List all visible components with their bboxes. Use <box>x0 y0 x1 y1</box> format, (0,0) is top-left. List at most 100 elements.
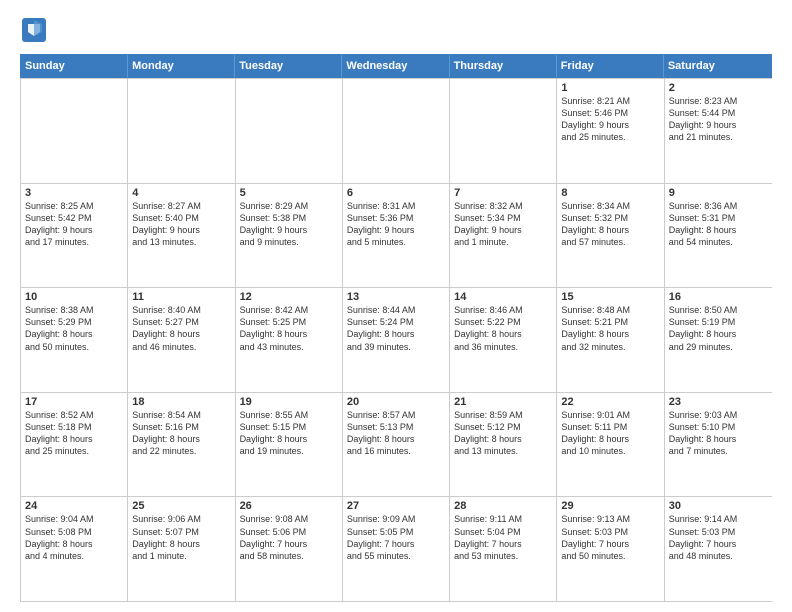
day-info: Sunrise: 9:13 AM Sunset: 5:03 PM Dayligh… <box>561 513 659 562</box>
day-number: 26 <box>240 500 338 512</box>
day-info: Sunrise: 8:34 AM Sunset: 5:32 PM Dayligh… <box>561 200 659 249</box>
calendar-day-11: 11Sunrise: 8:40 AM Sunset: 5:27 PM Dayli… <box>128 288 235 392</box>
calendar-header: SundayMondayTuesdayWednesdayThursdayFrid… <box>20 54 772 78</box>
calendar-day-3: 3Sunrise: 8:25 AM Sunset: 5:42 PM Daylig… <box>21 184 128 288</box>
calendar-day-17: 17Sunrise: 8:52 AM Sunset: 5:18 PM Dayli… <box>21 393 128 497</box>
calendar-empty-cell <box>128 79 235 183</box>
calendar-day-8: 8Sunrise: 8:34 AM Sunset: 5:32 PM Daylig… <box>557 184 664 288</box>
day-info: Sunrise: 9:08 AM Sunset: 5:06 PM Dayligh… <box>240 513 338 562</box>
calendar-day-12: 12Sunrise: 8:42 AM Sunset: 5:25 PM Dayli… <box>236 288 343 392</box>
calendar-day-7: 7Sunrise: 8:32 AM Sunset: 5:34 PM Daylig… <box>450 184 557 288</box>
day-number: 29 <box>561 500 659 512</box>
day-number: 27 <box>347 500 445 512</box>
day-info: Sunrise: 8:29 AM Sunset: 5:38 PM Dayligh… <box>240 200 338 249</box>
day-info: Sunrise: 8:55 AM Sunset: 5:15 PM Dayligh… <box>240 409 338 458</box>
day-info: Sunrise: 8:50 AM Sunset: 5:19 PM Dayligh… <box>669 304 768 353</box>
day-number: 8 <box>561 187 659 199</box>
calendar-body: 1Sunrise: 8:21 AM Sunset: 5:46 PM Daylig… <box>20 78 772 602</box>
day-number: 17 <box>25 396 123 408</box>
day-info: Sunrise: 8:57 AM Sunset: 5:13 PM Dayligh… <box>347 409 445 458</box>
day-info: Sunrise: 8:42 AM Sunset: 5:25 PM Dayligh… <box>240 304 338 353</box>
calendar-row-0: 1Sunrise: 8:21 AM Sunset: 5:46 PM Daylig… <box>21 78 772 183</box>
day-number: 30 <box>669 500 768 512</box>
day-info: Sunrise: 8:54 AM Sunset: 5:16 PM Dayligh… <box>132 409 230 458</box>
day-number: 28 <box>454 500 552 512</box>
day-info: Sunrise: 8:46 AM Sunset: 5:22 PM Dayligh… <box>454 304 552 353</box>
calendar-empty-cell <box>236 79 343 183</box>
calendar-day-20: 20Sunrise: 8:57 AM Sunset: 5:13 PM Dayli… <box>343 393 450 497</box>
day-number: 20 <box>347 396 445 408</box>
day-info: Sunrise: 8:38 AM Sunset: 5:29 PM Dayligh… <box>25 304 123 353</box>
day-info: Sunrise: 9:03 AM Sunset: 5:10 PM Dayligh… <box>669 409 768 458</box>
day-info: Sunrise: 9:04 AM Sunset: 5:08 PM Dayligh… <box>25 513 123 562</box>
day-info: Sunrise: 8:48 AM Sunset: 5:21 PM Dayligh… <box>561 304 659 353</box>
calendar-day-29: 29Sunrise: 9:13 AM Sunset: 5:03 PM Dayli… <box>557 497 664 601</box>
calendar-empty-cell <box>21 79 128 183</box>
calendar-row-3: 17Sunrise: 8:52 AM Sunset: 5:18 PM Dayli… <box>21 392 772 497</box>
day-number: 12 <box>240 291 338 303</box>
page-header <box>20 16 772 44</box>
day-number: 1 <box>561 82 659 94</box>
day-info: Sunrise: 9:06 AM Sunset: 5:07 PM Dayligh… <box>132 513 230 562</box>
day-number: 13 <box>347 291 445 303</box>
day-info: Sunrise: 9:11 AM Sunset: 5:04 PM Dayligh… <box>454 513 552 562</box>
calendar-day-15: 15Sunrise: 8:48 AM Sunset: 5:21 PM Dayli… <box>557 288 664 392</box>
day-info: Sunrise: 9:01 AM Sunset: 5:11 PM Dayligh… <box>561 409 659 458</box>
day-number: 10 <box>25 291 123 303</box>
day-info: Sunrise: 8:21 AM Sunset: 5:46 PM Dayligh… <box>561 95 659 144</box>
day-number: 5 <box>240 187 338 199</box>
day-number: 18 <box>132 396 230 408</box>
day-number: 4 <box>132 187 230 199</box>
calendar-day-16: 16Sunrise: 8:50 AM Sunset: 5:19 PM Dayli… <box>665 288 772 392</box>
day-info: Sunrise: 9:14 AM Sunset: 5:03 PM Dayligh… <box>669 513 768 562</box>
calendar-day-19: 19Sunrise: 8:55 AM Sunset: 5:15 PM Dayli… <box>236 393 343 497</box>
calendar-day-10: 10Sunrise: 8:38 AM Sunset: 5:29 PM Dayli… <box>21 288 128 392</box>
day-number: 23 <box>669 396 768 408</box>
day-info: Sunrise: 8:52 AM Sunset: 5:18 PM Dayligh… <box>25 409 123 458</box>
calendar: SundayMondayTuesdayWednesdayThursdayFrid… <box>20 54 772 602</box>
day-info: Sunrise: 8:25 AM Sunset: 5:42 PM Dayligh… <box>25 200 123 249</box>
weekday-header-wednesday: Wednesday <box>342 55 449 77</box>
calendar-row-2: 10Sunrise: 8:38 AM Sunset: 5:29 PM Dayli… <box>21 287 772 392</box>
day-info: Sunrise: 8:59 AM Sunset: 5:12 PM Dayligh… <box>454 409 552 458</box>
weekday-header-friday: Friday <box>557 55 664 77</box>
day-number: 24 <box>25 500 123 512</box>
day-number: 3 <box>25 187 123 199</box>
weekday-header-thursday: Thursday <box>450 55 557 77</box>
day-number: 9 <box>669 187 768 199</box>
day-number: 14 <box>454 291 552 303</box>
calendar-row-4: 24Sunrise: 9:04 AM Sunset: 5:08 PM Dayli… <box>21 496 772 601</box>
calendar-row-1: 3Sunrise: 8:25 AM Sunset: 5:42 PM Daylig… <box>21 183 772 288</box>
logo-icon <box>20 16 48 44</box>
calendar-empty-cell <box>343 79 450 183</box>
calendar-day-18: 18Sunrise: 8:54 AM Sunset: 5:16 PM Dayli… <box>128 393 235 497</box>
calendar-day-23: 23Sunrise: 9:03 AM Sunset: 5:10 PM Dayli… <box>665 393 772 497</box>
calendar-day-2: 2Sunrise: 8:23 AM Sunset: 5:44 PM Daylig… <box>665 79 772 183</box>
day-info: Sunrise: 8:40 AM Sunset: 5:27 PM Dayligh… <box>132 304 230 353</box>
calendar-day-27: 27Sunrise: 9:09 AM Sunset: 5:05 PM Dayli… <box>343 497 450 601</box>
day-number: 21 <box>454 396 552 408</box>
calendar-day-6: 6Sunrise: 8:31 AM Sunset: 5:36 PM Daylig… <box>343 184 450 288</box>
day-number: 11 <box>132 291 230 303</box>
day-info: Sunrise: 9:09 AM Sunset: 5:05 PM Dayligh… <box>347 513 445 562</box>
day-number: 16 <box>669 291 768 303</box>
weekday-header-saturday: Saturday <box>664 55 771 77</box>
day-info: Sunrise: 8:27 AM Sunset: 5:40 PM Dayligh… <box>132 200 230 249</box>
calendar-day-14: 14Sunrise: 8:46 AM Sunset: 5:22 PM Dayli… <box>450 288 557 392</box>
day-number: 19 <box>240 396 338 408</box>
calendar-day-28: 28Sunrise: 9:11 AM Sunset: 5:04 PM Dayli… <box>450 497 557 601</box>
day-info: Sunrise: 8:44 AM Sunset: 5:24 PM Dayligh… <box>347 304 445 353</box>
calendar-day-26: 26Sunrise: 9:08 AM Sunset: 5:06 PM Dayli… <box>236 497 343 601</box>
calendar-day-25: 25Sunrise: 9:06 AM Sunset: 5:07 PM Dayli… <box>128 497 235 601</box>
logo <box>20 16 54 44</box>
weekday-header-tuesday: Tuesday <box>235 55 342 77</box>
calendar-day-4: 4Sunrise: 8:27 AM Sunset: 5:40 PM Daylig… <box>128 184 235 288</box>
calendar-day-22: 22Sunrise: 9:01 AM Sunset: 5:11 PM Dayli… <box>557 393 664 497</box>
calendar-day-1: 1Sunrise: 8:21 AM Sunset: 5:46 PM Daylig… <box>557 79 664 183</box>
day-number: 6 <box>347 187 445 199</box>
calendar-day-30: 30Sunrise: 9:14 AM Sunset: 5:03 PM Dayli… <box>665 497 772 601</box>
calendar-day-21: 21Sunrise: 8:59 AM Sunset: 5:12 PM Dayli… <box>450 393 557 497</box>
day-info: Sunrise: 8:32 AM Sunset: 5:34 PM Dayligh… <box>454 200 552 249</box>
day-number: 7 <box>454 187 552 199</box>
day-number: 15 <box>561 291 659 303</box>
